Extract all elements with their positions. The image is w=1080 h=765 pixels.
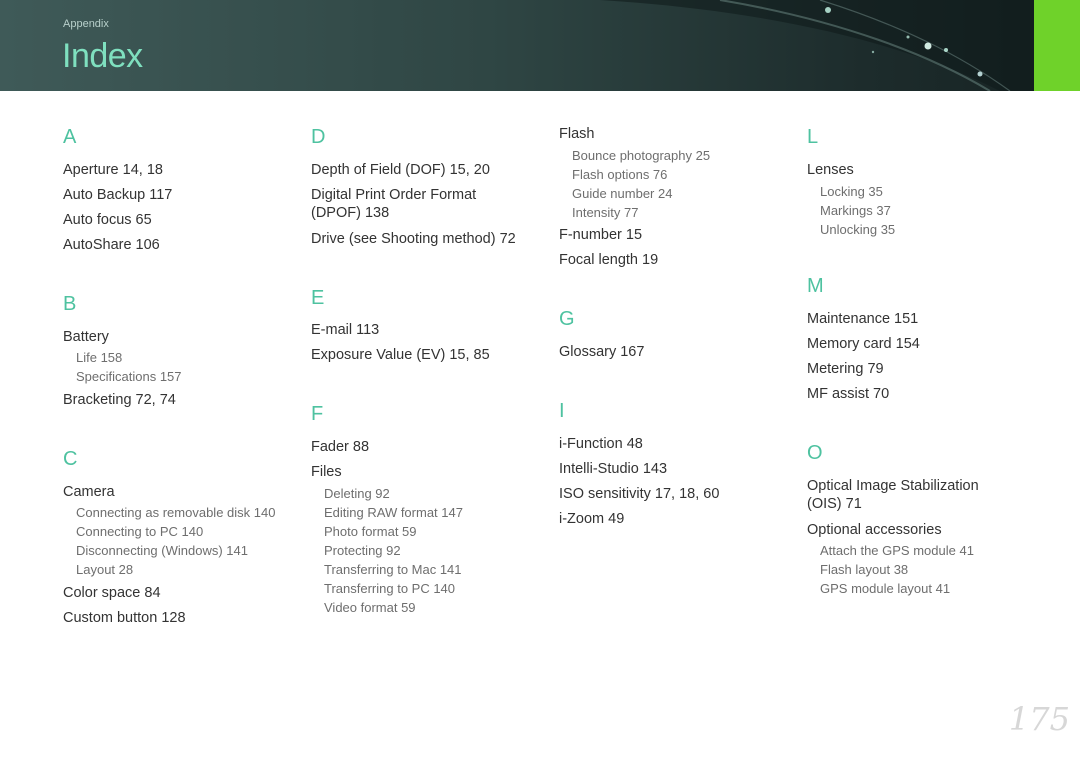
header-banner: Appendix Index <box>0 0 1080 91</box>
index-entry: Focal length 19 <box>559 252 659 268</box>
index-entry: Exposure Value (EV) 15, 85 <box>311 347 490 363</box>
index-entry: Optical Image Stabilization <box>807 478 979 494</box>
index-entry: Color space 84 <box>63 585 161 601</box>
index-entry-continued: (DPOF) 138 <box>311 205 390 221</box>
index-letter-c: C <box>63 448 78 470</box>
index-entry: Battery <box>63 329 109 345</box>
index-subentry: Flash layout 38 <box>820 562 909 577</box>
index-entry: MF assist 70 <box>807 386 890 402</box>
index-entry: Digital Print Order Format <box>311 187 477 203</box>
index-subentry: Disconnecting (Windows) 141 <box>76 543 248 558</box>
index-subentry: Unlocking 35 <box>820 222 896 237</box>
index-subentry: Bounce photography 25 <box>572 148 711 163</box>
index-entry: Maintenance 151 <box>807 311 919 327</box>
index-entry: Lenses <box>807 162 854 178</box>
index-subentry: Specifications 157 <box>76 369 182 384</box>
index-entry: F-number 15 <box>559 227 643 243</box>
index-letter-i: I <box>559 400 565 422</box>
index-subentry: Markings 37 <box>820 203 891 218</box>
index-entry: Depth of Field (DOF) 15, 20 <box>311 162 490 178</box>
page-number: 175 <box>1008 700 1070 738</box>
index-letter-d: D <box>311 126 326 148</box>
index-entry: Files <box>311 464 342 480</box>
index-entry: E-mail 113 <box>311 322 380 338</box>
index-entry: Camera <box>63 484 115 500</box>
index-entry: Flash <box>559 126 595 142</box>
index-subentry: Deleting 92 <box>324 486 390 501</box>
index-subentry: Connecting to PC 140 <box>76 524 204 539</box>
index-subentry: Video format 59 <box>324 600 416 615</box>
index-entry: Intelli-Studio 143 <box>559 461 668 477</box>
index-subentry: Attach the GPS module 41 <box>820 543 974 558</box>
index-subentry: Protecting 92 <box>324 543 401 558</box>
index-entry: ISO sensitivity 17, 18, 60 <box>559 486 720 502</box>
index-entry: Metering 79 <box>807 361 884 377</box>
index-entry: Drive (see Shooting method) 72 <box>311 231 516 247</box>
page-title: Index <box>62 37 143 75</box>
index-subentry: GPS module layout 41 <box>820 581 951 596</box>
index-subentry: Guide number 24 <box>572 186 673 201</box>
index-entry: Glossary 167 <box>559 344 645 360</box>
index-letter-m: M <box>807 275 824 297</box>
index-entry: Auto focus 65 <box>63 212 152 228</box>
index-entry-continued: (OIS) 71 <box>807 496 862 512</box>
index-entry: Aperture 14, 18 <box>63 162 163 178</box>
index-subentry: Locking 35 <box>820 184 883 199</box>
index-letter-f: F <box>311 403 324 425</box>
index-entry: Fader 88 <box>311 439 370 455</box>
index-subentry: Transferring to PC 140 <box>324 581 456 596</box>
index-letter-l: L <box>807 126 819 148</box>
index-subentry: Flash options 76 <box>572 167 668 182</box>
section-tab <box>1034 0 1080 91</box>
index-entry: Memory card 154 <box>807 336 920 352</box>
index-subentry: Life 158 <box>76 350 123 365</box>
index-subentry: Layout 28 <box>76 562 134 577</box>
index-letter-a: A <box>63 126 77 148</box>
index-subentry: Intensity 77 <box>572 205 639 220</box>
index-entry: AutoShare 106 <box>63 237 160 253</box>
index-letter-g: G <box>559 308 575 330</box>
index-subentry: Transferring to Mac 141 <box>324 562 462 577</box>
index-subentry: Photo format 59 <box>324 524 417 539</box>
index-entry: i-Zoom 49 <box>559 511 625 527</box>
index-subentry: Editing RAW format 147 <box>324 505 463 520</box>
index-letter-e: E <box>311 287 325 309</box>
index-subentry: Connecting as removable disk 140 <box>76 505 276 520</box>
index-entry: i-Function 48 <box>559 436 643 452</box>
index-entry: Auto Backup 117 <box>63 187 173 203</box>
breadcrumb: Appendix <box>63 18 109 30</box>
index-entry: Optional accessories <box>807 522 942 538</box>
index-entry: Bracketing 72, 74 <box>63 392 176 408</box>
index-entry: Custom button 128 <box>63 610 186 626</box>
decorative-swirl <box>600 0 1034 91</box>
index-letter-b: B <box>63 293 77 315</box>
index-letter-o: O <box>807 442 823 464</box>
